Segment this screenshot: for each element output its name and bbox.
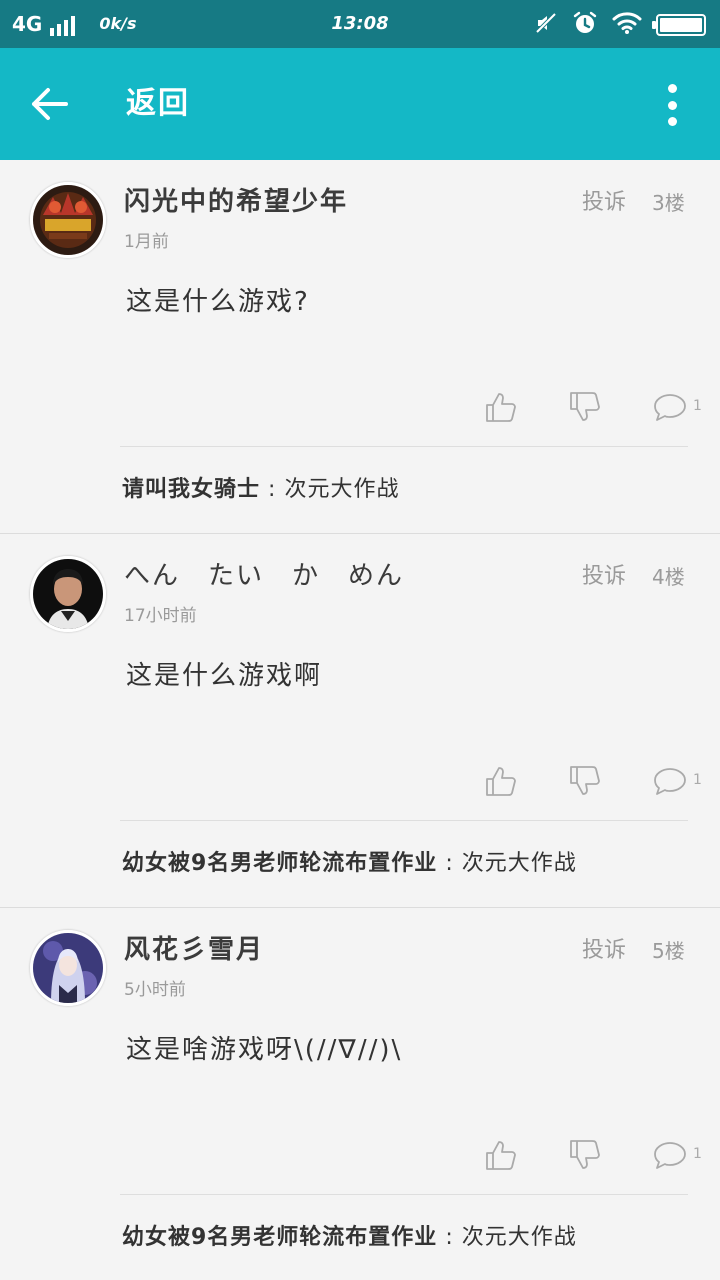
page-title[interactable]: 返回	[126, 84, 190, 124]
arrow-left-icon	[32, 88, 68, 120]
source-separator: :	[445, 851, 454, 876]
divider	[120, 1194, 688, 1195]
reply-count: 1	[693, 1146, 702, 1162]
dislike-button[interactable]	[568, 1138, 602, 1172]
comment-icon	[654, 1142, 686, 1169]
thumbs-up-icon	[486, 393, 516, 422]
dislike-button[interactable]	[568, 390, 602, 424]
username[interactable]: へん たい か めん	[124, 558, 404, 594]
post-time: 5小时前	[124, 980, 186, 1000]
mute-icon	[534, 11, 558, 39]
like-button[interactable]	[484, 1138, 518, 1172]
source-separator: :	[445, 1225, 454, 1250]
thumbs-up-icon	[486, 1141, 516, 1170]
source-title: 次元大作战	[284, 477, 400, 502]
comment-list: 闪光中的希望少年 投诉 3楼 1月前 这是什么游戏? 1 请叫我女骑士 : 次元…	[0, 160, 720, 1280]
username[interactable]: 风花彡雪月	[124, 932, 264, 968]
thumbs-up-icon	[486, 767, 516, 796]
wifi-icon	[612, 11, 642, 39]
source-line[interactable]: 请叫我女骑士 : 次元大作战	[122, 474, 399, 506]
source-line[interactable]: 幼女被9名男老师轮流布置作业 : 次元大作战	[122, 848, 577, 880]
thumbs-down-icon	[570, 392, 600, 421]
thumbs-down-icon	[570, 1140, 600, 1169]
comment-text: 这是啥游戏呀\(//∇//)\	[126, 1035, 403, 1065]
floor-number: 3楼	[652, 191, 685, 215]
like-button[interactable]	[484, 764, 518, 798]
avatar[interactable]	[30, 930, 106, 1006]
reply-button[interactable]	[652, 764, 688, 798]
battery-icon	[652, 14, 706, 36]
reply-button[interactable]	[652, 390, 688, 424]
more-vertical-icon	[667, 84, 677, 93]
like-button[interactable]	[484, 390, 518, 424]
comment-item: 闪光中的希望少年 投诉 3楼 1月前 这是什么游戏? 1 请叫我女骑士 : 次元…	[0, 160, 720, 534]
source-user: 幼女被9名男老师轮流布置作业	[122, 851, 438, 876]
report-button[interactable]: 投诉	[582, 188, 626, 218]
status-bar: 4G 0k/s 13:08	[0, 0, 720, 48]
source-line[interactable]: 幼女被9名男老师轮流布置作业 : 次元大作战	[122, 1222, 577, 1254]
username[interactable]: 闪光中的希望少年	[124, 184, 348, 220]
more-menu-button[interactable]	[664, 84, 680, 126]
floor-number: 4楼	[652, 565, 685, 589]
thumbs-down-icon	[570, 766, 600, 795]
post-time: 1月前	[124, 232, 169, 252]
floor-number: 5楼	[652, 939, 685, 963]
source-user: 幼女被9名男老师轮流布置作业	[122, 1225, 438, 1250]
back-button[interactable]	[30, 82, 82, 126]
divider	[120, 820, 688, 821]
source-title: 次元大作战	[461, 1225, 577, 1250]
post-time: 17小时前	[124, 606, 197, 626]
reply-count: 1	[693, 772, 702, 788]
report-button[interactable]: 投诉	[582, 562, 626, 592]
app-bar: 返回	[0, 48, 720, 160]
dislike-button[interactable]	[568, 764, 602, 798]
comment-item: へん たい か めん 投诉 4楼 17小时前 这是什么游戏啊 1 幼女被9名男老…	[0, 534, 720, 908]
avatar[interactable]	[30, 182, 106, 258]
source-user: 请叫我女骑士	[122, 477, 261, 502]
source-separator: :	[268, 477, 277, 502]
divider	[120, 446, 688, 447]
alarm-icon	[572, 10, 598, 40]
comment-text: 这是什么游戏啊	[126, 661, 323, 691]
status-right	[534, 10, 706, 40]
comment-item: 风花彡雪月 投诉 5楼 5小时前 这是啥游戏呀\(//∇//)\ 1 幼女被9名…	[0, 908, 720, 1280]
comment-text: 这是什么游戏?	[126, 287, 310, 317]
reply-button[interactable]	[652, 1138, 688, 1172]
source-title: 次元大作战	[461, 851, 577, 876]
avatar[interactable]	[30, 556, 106, 632]
reply-count: 1	[693, 398, 702, 414]
comment-icon	[654, 768, 686, 795]
report-button[interactable]: 投诉	[582, 936, 626, 966]
comment-icon	[654, 394, 686, 421]
